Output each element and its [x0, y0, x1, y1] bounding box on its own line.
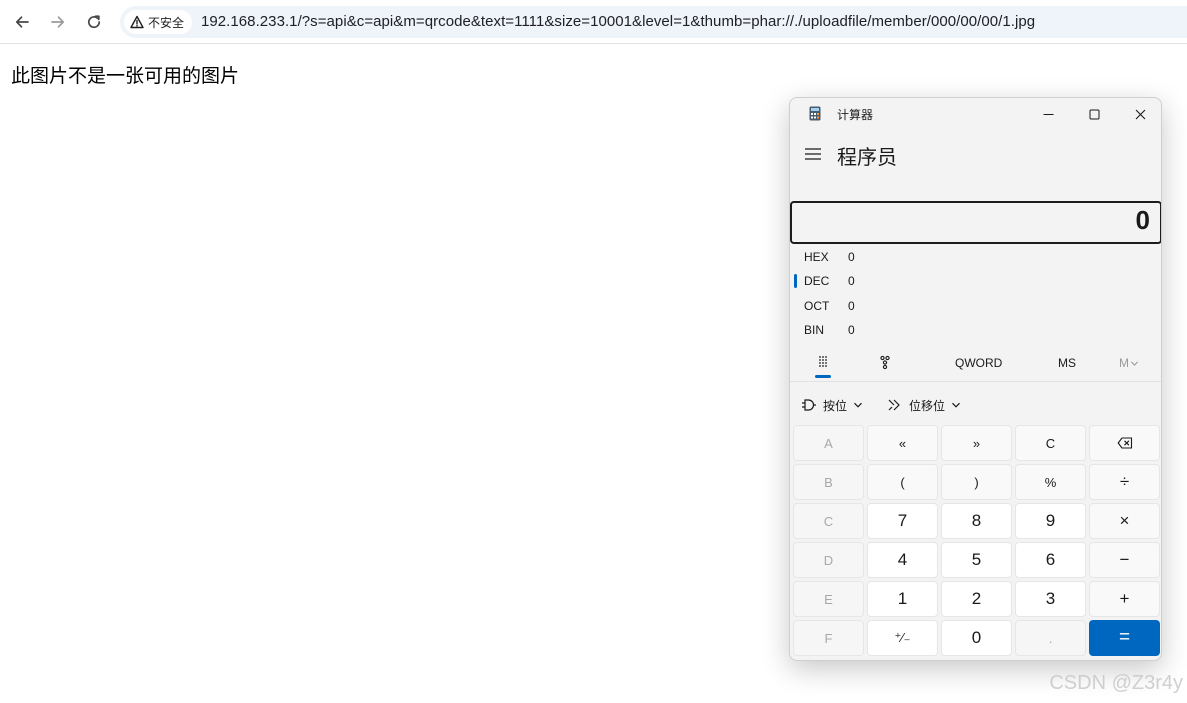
forward-button[interactable] — [44, 8, 72, 36]
warning-triangle-icon — [130, 15, 144, 29]
chevron-down-icon — [854, 402, 862, 408]
key-1[interactable]: 1 — [867, 581, 938, 617]
calculator-display: 0 — [790, 201, 1161, 244]
radix-value: 0 — [848, 250, 855, 264]
maximize-icon — [1089, 109, 1099, 119]
url-text[interactable]: 192.168.233.1/?s=api&c=api&m=qrcode&text… — [201, 13, 1035, 30]
key-rotate-left[interactable]: « — [867, 425, 938, 461]
key-hex-e[interactable]: E — [793, 581, 864, 617]
key-7[interactable]: 7 — [867, 503, 938, 539]
radix-value: 0 — [848, 299, 855, 313]
key-negate[interactable]: ⁺∕₋ — [867, 620, 938, 656]
radix-name: HEX — [804, 250, 829, 264]
key-6[interactable]: 6 — [1015, 542, 1086, 578]
calculator-window: 计算器 程序员 0 HEX 0 DEC 0 OCT 0 BIN 0 QWORD … — [789, 97, 1162, 661]
window-title: 计算器 — [837, 108, 874, 122]
key-hex-c[interactable]: C — [793, 503, 864, 539]
key-multiply[interactable]: × — [1089, 503, 1160, 539]
close-icon — [1135, 109, 1145, 119]
radix-row-oct[interactable]: OCT 0 — [790, 294, 990, 318]
bitshift-dropdown[interactable]: 位移位 — [887, 393, 961, 417]
radix-value: 0 — [848, 274, 855, 288]
radix-row-dec[interactable]: DEC 0 — [790, 269, 990, 293]
programmer-mode-bar: QWORD MS M — [790, 346, 1161, 382]
active-keypad-indicator — [815, 375, 831, 378]
key-equals[interactable]: = — [1089, 620, 1160, 656]
page-message: 此图片不是一张可用的图片 — [11, 66, 240, 87]
key-9[interactable]: 9 — [1015, 503, 1086, 539]
bitwise-label: 按位 — [823, 398, 848, 413]
logic-gate-icon — [802, 399, 816, 411]
mode-title: 程序员 — [837, 147, 897, 169]
close-button[interactable] — [1117, 98, 1161, 130]
radix-row-hex[interactable]: HEX 0 — [790, 245, 990, 269]
security-label: 不安全 — [148, 15, 185, 30]
reload-button[interactable] — [80, 8, 108, 36]
key-divide[interactable]: ÷ — [1089, 464, 1160, 500]
key-0[interactable]: 0 — [941, 620, 1012, 656]
display-value: 0 — [1135, 205, 1150, 235]
reload-icon — [87, 15, 101, 29]
key-4[interactable]: 4 — [867, 542, 938, 578]
key-hex-d[interactable]: D — [793, 542, 864, 578]
radix-name: OCT — [804, 299, 830, 313]
back-button[interactable] — [8, 8, 36, 36]
security-chip[interactable]: 不安全 — [124, 10, 193, 34]
radix-row-bin[interactable]: BIN 0 — [790, 318, 990, 342]
key-8[interactable]: 8 — [941, 503, 1012, 539]
key-5[interactable]: 5 — [941, 542, 1012, 578]
radix-active-indicator — [794, 274, 797, 288]
key-3[interactable]: 3 — [1015, 581, 1086, 617]
memory-list-button[interactable]: M — [1119, 356, 1139, 370]
bit-toggle-keypad-icon[interactable] — [877, 354, 893, 370]
backspace-icon — [1117, 437, 1132, 449]
radix-name: BIN — [804, 323, 825, 337]
key-hex-f[interactable]: F — [793, 620, 864, 656]
chevron-down-icon — [952, 402, 960, 408]
word-size-button[interactable]: QWORD — [955, 356, 1002, 370]
key-2[interactable]: 2 — [941, 581, 1012, 617]
calculator-titlebar[interactable]: 计算器 — [790, 98, 1161, 130]
minimize-button[interactable] — [1025, 98, 1071, 130]
key-modulo[interactable]: % — [1015, 464, 1086, 500]
key-subtract[interactable]: − — [1089, 542, 1160, 578]
bitshift-label: 位移位 — [909, 398, 946, 413]
key-close-paren[interactable]: ) — [941, 464, 1012, 500]
calculator-app-icon — [809, 106, 821, 121]
memory-store-button[interactable]: MS — [1058, 356, 1076, 370]
browser-toolbar: 不安全 192.168.233.1/?s=api&c=api&m=qrcode&… — [0, 0, 1187, 44]
hamburger-menu-icon[interactable] — [805, 147, 821, 161]
radix-name: DEC — [804, 274, 830, 288]
bitwise-dropdown[interactable]: 按位 — [801, 393, 863, 417]
address-bar[interactable]: 不安全 192.168.233.1/?s=api&c=api&m=qrcode&… — [120, 6, 1187, 38]
key-open-paren[interactable]: ( — [867, 464, 938, 500]
key-clear[interactable]: C — [1015, 425, 1086, 461]
chevron-down-icon — [1130, 361, 1139, 366]
bit-operations-row: 按位 位移位 — [790, 393, 1161, 417]
arrow-right-icon — [51, 16, 65, 28]
key-hex-a[interactable]: A — [793, 425, 864, 461]
full-keypad-icon[interactable] — [815, 354, 831, 370]
watermark: CSDN @Z3r4y — [1049, 672, 1183, 694]
key-hex-b[interactable]: B — [793, 464, 864, 500]
key-backspace[interactable] — [1089, 425, 1160, 461]
bit-shift-icon — [888, 399, 900, 411]
maximize-button[interactable] — [1071, 98, 1117, 130]
memory-list-label: M — [1119, 356, 1129, 370]
key-decimal[interactable]: . — [1015, 620, 1086, 656]
arrow-left-icon — [15, 16, 29, 28]
minimize-icon — [1043, 113, 1053, 115]
radix-value: 0 — [848, 323, 855, 337]
calculator-keypad: A « » C B ( ) % ÷ C 7 8 9 × D 4 5 6 − E … — [793, 425, 1160, 659]
key-rotate-right[interactable]: » — [941, 425, 1012, 461]
key-add[interactable]: + — [1089, 581, 1160, 617]
